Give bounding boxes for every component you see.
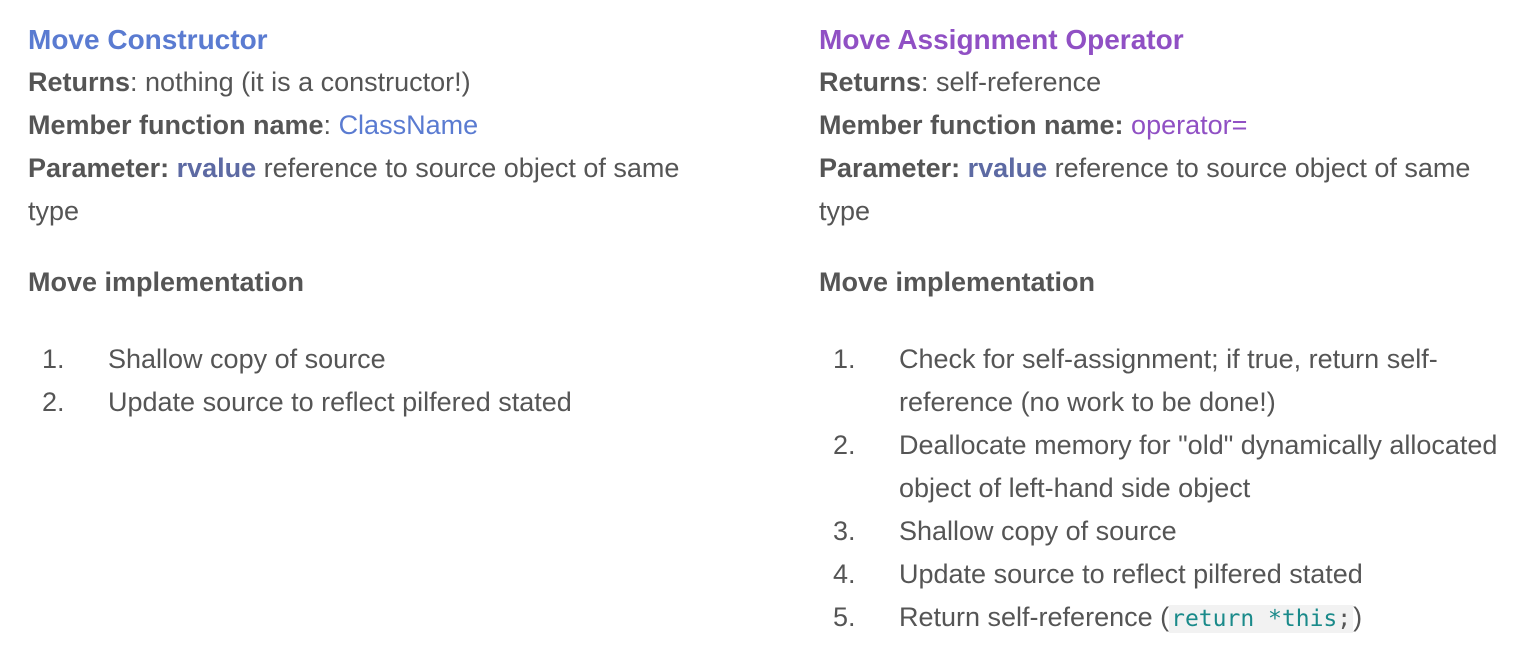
- step-number: 2.: [833, 430, 856, 460]
- returns-line: Returns: nothing (it is a constructor!): [28, 61, 718, 104]
- parameter-line: Parameter: rvalue reference to source ob…: [28, 147, 718, 233]
- member-function-value: operator=: [1131, 110, 1248, 140]
- list-item: 1. Check for self-assignment; if true, re…: [819, 338, 1509, 424]
- step-text: Deallocate memory for "old" dynamically …: [899, 430, 1498, 503]
- member-function-value: ClassName: [338, 110, 479, 140]
- step-number: 1.: [42, 344, 65, 374]
- step-number: 5.: [833, 602, 856, 632]
- returns-sep: :: [921, 67, 937, 97]
- returns-line: Returns: self-reference: [819, 61, 1509, 104]
- step-number: 1.: [833, 344, 856, 374]
- implementation-steps: 1. Check for self-assignment; if true, re…: [819, 338, 1509, 641]
- returns-sep: :: [130, 67, 146, 97]
- returns-label: Returns: [819, 67, 922, 97]
- member-function-sep: [1124, 110, 1132, 140]
- step-text: Shallow copy of source: [899, 516, 1177, 546]
- parameter-label: Parameter:: [819, 153, 961, 183]
- step-number: 3.: [833, 516, 856, 546]
- member-function-sep: :: [323, 110, 339, 140]
- list-item: 1. Shallow copy of source: [28, 338, 718, 381]
- move-assignment-title: Move Assignment Operator: [819, 24, 1184, 55]
- parameter-rvalue: rvalue: [967, 153, 1048, 183]
- member-function-label: Member function name: [28, 110, 324, 140]
- step-text: Update source to reflect pilfered stated: [108, 387, 572, 417]
- move-assignment-section: Move Assignment Operator Returns: self-r…: [819, 18, 1509, 641]
- step-number: 2.: [42, 387, 65, 417]
- step-number: 4.: [833, 559, 856, 589]
- list-item: 3. Shallow copy of source: [819, 510, 1509, 553]
- code-punct: ;: [1337, 606, 1352, 632]
- step-text: Shallow copy of source: [108, 344, 386, 374]
- parameter-sep: [960, 153, 968, 183]
- step-text: Check for self-assignment; if true, retu…: [899, 344, 1438, 417]
- parameter-sep: :: [160, 153, 177, 183]
- implementation-steps: 1. Shallow copy of source 2. Update source…: [28, 338, 718, 424]
- move-constructor-title: Move Constructor: [28, 24, 268, 55]
- parameter-label: Parameter: [28, 153, 161, 183]
- list-item: 2. Deallocate memory for "old" dynamicall…: [819, 424, 1509, 510]
- list-item: 2. Update source to reflect pilfered stat…: [28, 381, 718, 424]
- return-this-code: return *this;: [1169, 605, 1354, 633]
- step-text-after-code: ): [1353, 602, 1363, 632]
- code-keyword: return *this: [1171, 606, 1338, 632]
- returns-label: Returns: [28, 67, 131, 97]
- step-text: Return self-reference (return *this;): [899, 596, 1509, 641]
- parameter-rvalue: rvalue: [176, 153, 257, 183]
- member-function-line: Member function name: operator=: [819, 104, 1509, 147]
- member-function-label: Member function name:: [819, 110, 1124, 140]
- list-item: 5. Return self-reference (return *this;): [819, 596, 1509, 641]
- move-constructor-section: Move Constructor Returns: nothing (it is…: [28, 18, 718, 424]
- move-implementation-title: Move implementation: [28, 267, 305, 297]
- step-text-before-code: Return self-reference (: [899, 602, 1170, 632]
- step-text: Update source to reflect pilfered stated: [899, 559, 1363, 589]
- returns-value: self-reference: [936, 67, 1102, 97]
- returns-value: nothing (it is a constructor!): [145, 67, 471, 97]
- member-function-line: Member function name: ClassName: [28, 104, 718, 147]
- parameter-line: Parameter: rvalue reference to source ob…: [819, 147, 1509, 233]
- move-implementation-title: Move implementation: [819, 267, 1096, 297]
- list-item: 4. Update source to reflect pilfered stat…: [819, 553, 1509, 596]
